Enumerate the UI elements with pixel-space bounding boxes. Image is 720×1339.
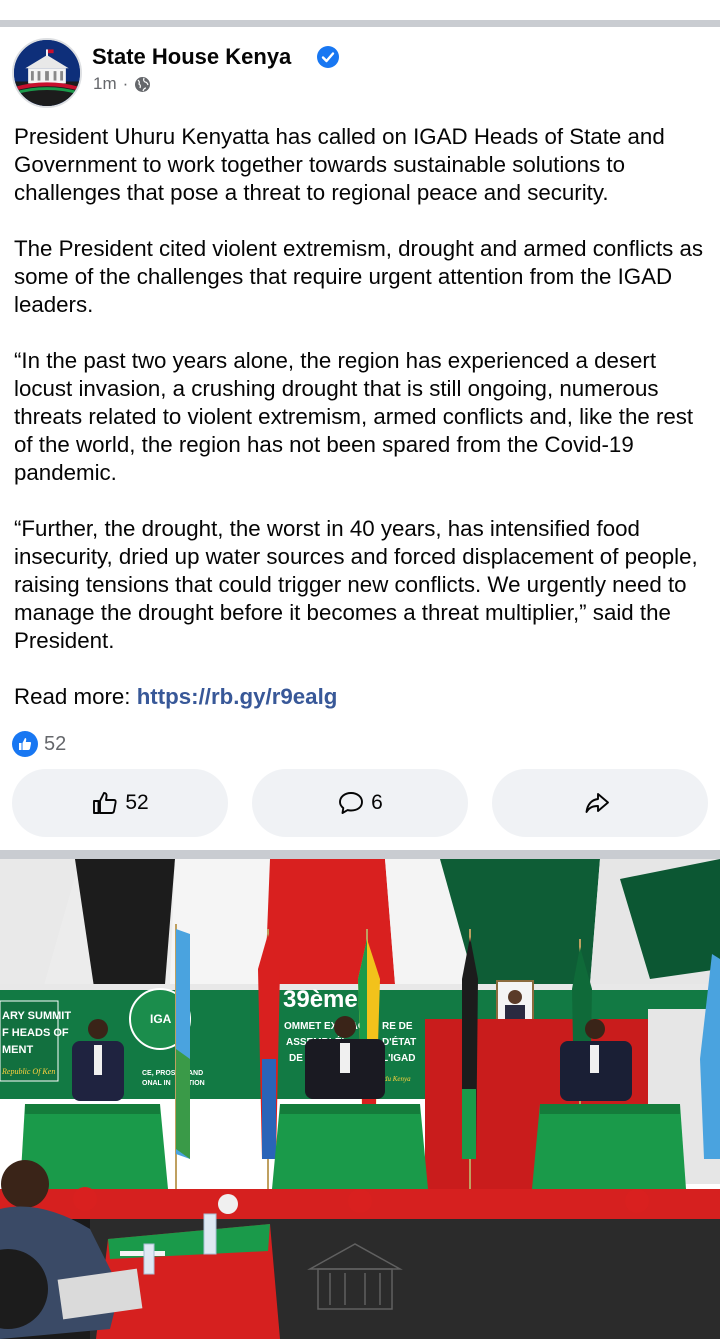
post-paragraph: President Uhuru Kenyatta has called on I…: [14, 124, 665, 205]
post-paragraph: “Further, the drought, the worst in 40 y…: [14, 516, 698, 653]
share-icon: [585, 793, 609, 813]
page-name[interactable]: State House Kenya: [92, 44, 291, 70]
globe-icon: [135, 76, 151, 92]
reaction-summary[interactable]: 52: [12, 731, 66, 757]
banner-center-line: RE DE: [382, 1021, 413, 1032]
banner-small-line: AND: [188, 1070, 203, 1077]
post-body: President Uhuru Kenyatta has called on I…: [14, 123, 714, 711]
post-meta: 1m ·: [93, 74, 151, 94]
post-paragraph: “In the past two years alone, the region…: [14, 348, 694, 485]
banner-center-line: du Kenya: [384, 1075, 411, 1083]
comment-button[interactable]: 6: [252, 769, 468, 837]
post-photo[interactable]: ARY SUMMIT F HEADS OF MENT Republic Of K…: [0, 859, 720, 1339]
page-avatar[interactable]: [12, 38, 82, 108]
banner-left-line: F HEADS OF: [2, 1027, 69, 1039]
banner-left-line: ARY SUMMIT: [2, 1010, 71, 1022]
banner-small-line: CE, PROS: [142, 1070, 176, 1077]
read-more-line: Read more: https://rb.gy/r9ealg: [14, 683, 714, 711]
thumbs-up-icon: [93, 792, 117, 814]
post-time[interactable]: 1m: [93, 74, 117, 94]
like-count: 52: [125, 791, 149, 814]
verified-badge-icon: [317, 46, 339, 68]
banner-small-line: ONAL IN: [142, 1080, 171, 1087]
post-paragraph: The President cited violent extremism, d…: [14, 236, 704, 317]
banner-left-line: Republic Of Ken: [1, 1067, 55, 1076]
like-button[interactable]: 52: [12, 769, 228, 837]
reaction-count: 52: [44, 732, 67, 755]
meta-separator: ·: [122, 74, 129, 93]
read-more-label: Read more:: [14, 684, 137, 709]
comment-icon: [339, 792, 364, 814]
banner-center-line: D'ÉTAT: [382, 1035, 416, 1048]
post-header: State House Kenya 1m ·: [12, 38, 712, 110]
read-more-link[interactable]: https://rb.gy/r9ealg: [137, 684, 338, 709]
feed-divider: [0, 20, 720, 27]
banner-center-line: 39ème: [283, 986, 358, 1013]
banner-center-line: L'IGAD: [382, 1053, 416, 1064]
igad-logo-text: IGA: [150, 1012, 172, 1026]
post-actions: 52 6: [12, 769, 708, 837]
share-button[interactable]: [492, 769, 708, 837]
like-reaction-icon: [12, 731, 38, 757]
comment-count: 6: [371, 791, 383, 814]
state-house-logo-icon: [14, 40, 80, 106]
banner-left-line: MENT: [2, 1044, 33, 1056]
summit-photo-illustration: ARY SUMMIT F HEADS OF MENT Republic Of K…: [0, 859, 720, 1339]
banner-small-line: TION: [188, 1080, 205, 1087]
content-divider: [0, 850, 720, 859]
